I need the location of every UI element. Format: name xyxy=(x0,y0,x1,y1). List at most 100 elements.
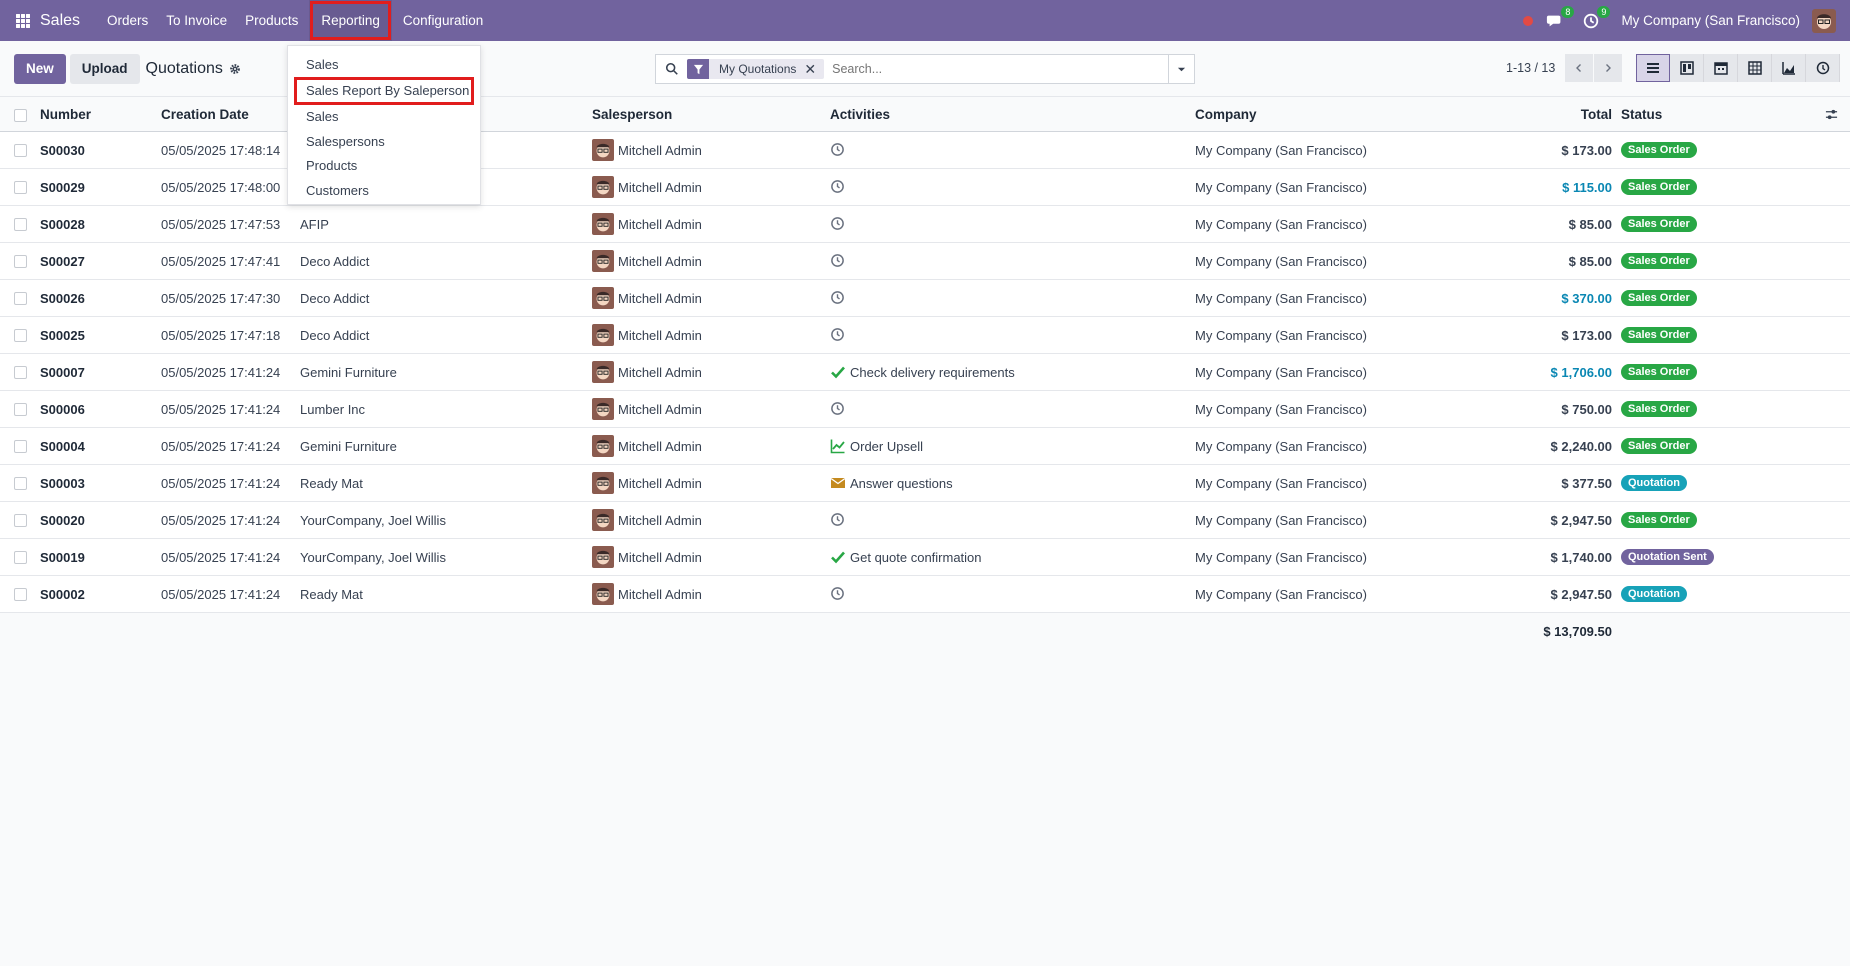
table-row[interactable]: S00002 05/05/2025 17:41:24 Ready Mat Mitche… xyxy=(0,576,1850,613)
avatar[interactable] xyxy=(592,213,614,235)
table-row[interactable]: S00007 05/05/2025 17:41:24 Gemini Furnitur… xyxy=(0,354,1850,391)
avatar[interactable] xyxy=(592,509,614,531)
avatar[interactable] xyxy=(592,250,614,272)
table-row[interactable]: S00006 05/05/2025 17:41:24 Lumber Inc Mitch… xyxy=(0,391,1850,428)
table-row[interactable]: S00020 05/05/2025 17:41:24 YourCompany, Jo… xyxy=(0,502,1850,539)
activity-cell[interactable] xyxy=(830,132,850,168)
avatar[interactable] xyxy=(592,435,614,457)
upload-button[interactable]: Upload xyxy=(69,53,140,84)
row-checkbox[interactable] xyxy=(14,292,27,305)
dropdown-item-customers[interactable]: Customers xyxy=(288,178,480,203)
facet-remove-icon[interactable]: ✕ xyxy=(804,61,824,78)
clock-icon[interactable] xyxy=(830,253,846,269)
graph-view-button[interactable] xyxy=(1772,54,1806,82)
status-dot-icon[interactable] xyxy=(1523,15,1534,26)
dropdown-item-salespersons[interactable]: Salespersons xyxy=(288,129,480,154)
pivot-view-button[interactable] xyxy=(1738,54,1772,82)
avatar[interactable] xyxy=(592,546,614,568)
row-checkbox[interactable] xyxy=(14,403,27,416)
table-row[interactable]: S00029 05/05/2025 17:48:00 Mitchell Admin M… xyxy=(0,169,1850,206)
header-salesperson[interactable]: Salesperson xyxy=(592,97,672,131)
avatar[interactable] xyxy=(592,472,614,494)
row-checkbox[interactable] xyxy=(14,366,27,379)
activity-cell[interactable] xyxy=(830,391,850,427)
row-checkbox[interactable] xyxy=(14,588,27,601)
dropdown-item-sales-2[interactable]: Sales xyxy=(288,105,480,130)
check-icon[interactable] xyxy=(830,549,846,565)
table-row[interactable]: S00025 05/05/2025 17:47:18 Deco Addict Mitc… xyxy=(0,317,1850,354)
search-icon[interactable] xyxy=(665,62,679,76)
optional-columns-icon[interactable] xyxy=(1825,97,1838,131)
table-row[interactable]: S00004 05/05/2025 17:41:24 Gemini Furnitur… xyxy=(0,428,1850,465)
apps-grid-icon[interactable] xyxy=(16,13,30,28)
search-input[interactable] xyxy=(830,61,1168,77)
dropdown-item-sales-report-by-saleperson[interactable]: Sales Report By Saleperson xyxy=(294,76,474,105)
header-creation-date[interactable]: Creation Date xyxy=(161,97,249,131)
user-avatar[interactable] xyxy=(1812,8,1836,33)
header-total[interactable]: Total xyxy=(1581,97,1612,131)
row-checkbox[interactable] xyxy=(14,218,27,231)
pager-previous-button[interactable] xyxy=(1565,54,1593,82)
activity-cell[interactable] xyxy=(830,576,850,612)
table-row[interactable]: S00003 05/05/2025 17:41:24 Ready Mat Mitche… xyxy=(0,465,1850,502)
activity-cell[interactable]: Answer questions xyxy=(830,465,953,501)
menu-orders[interactable]: Orders xyxy=(98,0,157,41)
header-number[interactable]: Number xyxy=(40,97,91,131)
dropdown-item-products[interactable]: Products xyxy=(288,154,480,179)
clock-icon[interactable] xyxy=(830,586,846,602)
app-brand[interactable]: Sales xyxy=(40,12,80,30)
row-checkbox[interactable] xyxy=(14,329,27,342)
messages-button[interactable]: 8 xyxy=(1545,5,1575,31)
clock-icon[interactable] xyxy=(830,216,846,232)
avatar[interactable] xyxy=(592,287,614,309)
check-icon[interactable] xyxy=(830,364,846,380)
avatar[interactable] xyxy=(592,361,614,383)
pager-next-button[interactable] xyxy=(1594,54,1622,82)
activities-button[interactable]: 9 xyxy=(1581,5,1611,31)
menu-reporting[interactable]: Reporting xyxy=(309,0,392,41)
list-view-button[interactable] xyxy=(1636,54,1670,82)
activity-cell[interactable] xyxy=(830,280,850,316)
dropdown-item-sales[interactable]: Sales xyxy=(288,52,480,77)
menu-configuration[interactable]: Configuration xyxy=(394,0,492,41)
row-checkbox[interactable] xyxy=(14,477,27,490)
activity-cell[interactable] xyxy=(830,206,850,242)
activity-cell[interactable]: Order Upsell xyxy=(830,428,923,464)
avatar[interactable] xyxy=(592,398,614,420)
row-checkbox[interactable] xyxy=(14,255,27,268)
row-checkbox[interactable] xyxy=(14,514,27,527)
company-switcher[interactable]: My Company (San Francisco) xyxy=(1621,13,1800,28)
table-row[interactable]: S00026 05/05/2025 17:47:30 Deco Addict Mitc… xyxy=(0,280,1850,317)
row-checkbox[interactable] xyxy=(14,440,27,453)
kanban-view-button[interactable] xyxy=(1670,54,1704,82)
search-options-toggle[interactable] xyxy=(1168,55,1194,83)
table-row[interactable]: S00030 05/05/2025 17:48:14 Mitchell Admin M… xyxy=(0,132,1850,169)
header-activities[interactable]: Activities xyxy=(830,97,890,131)
header-company[interactable]: Company xyxy=(1195,97,1257,131)
avatar[interactable] xyxy=(592,139,614,161)
row-checkbox[interactable] xyxy=(14,551,27,564)
clock-icon[interactable] xyxy=(830,142,846,158)
envelope-icon[interactable] xyxy=(830,475,846,491)
chart-line-icon[interactable] xyxy=(830,438,846,454)
calendar-view-button[interactable] xyxy=(1704,54,1738,82)
avatar[interactable] xyxy=(592,324,614,346)
clock-icon[interactable] xyxy=(830,327,846,343)
new-button[interactable]: New xyxy=(14,53,66,84)
menu-products[interactable]: Products xyxy=(236,0,307,41)
table-row[interactable]: S00028 05/05/2025 17:47:53 AFIP Mitchell Ad… xyxy=(0,206,1850,243)
activity-cell[interactable]: Get quote confirmation xyxy=(830,539,982,575)
clock-icon[interactable] xyxy=(830,401,846,417)
activity-cell[interactable] xyxy=(830,317,850,353)
clock-icon[interactable] xyxy=(830,512,846,528)
activity-cell[interactable] xyxy=(830,502,850,538)
pager-value[interactable]: 1-13 / 13 xyxy=(1506,61,1555,75)
table-row[interactable]: S00027 05/05/2025 17:47:41 Deco Addict Mitc… xyxy=(0,243,1850,280)
select-all-checkbox[interactable] xyxy=(14,109,27,122)
menu-to-invoice[interactable]: To Invoice xyxy=(157,0,236,41)
header-status[interactable]: Status xyxy=(1621,97,1662,131)
gear-icon[interactable] xyxy=(229,63,241,75)
activity-cell[interactable]: Check delivery requirements xyxy=(830,354,1015,390)
avatar[interactable] xyxy=(592,176,614,198)
table-row[interactable]: S00019 05/05/2025 17:41:24 YourCompany, Jo… xyxy=(0,539,1850,576)
